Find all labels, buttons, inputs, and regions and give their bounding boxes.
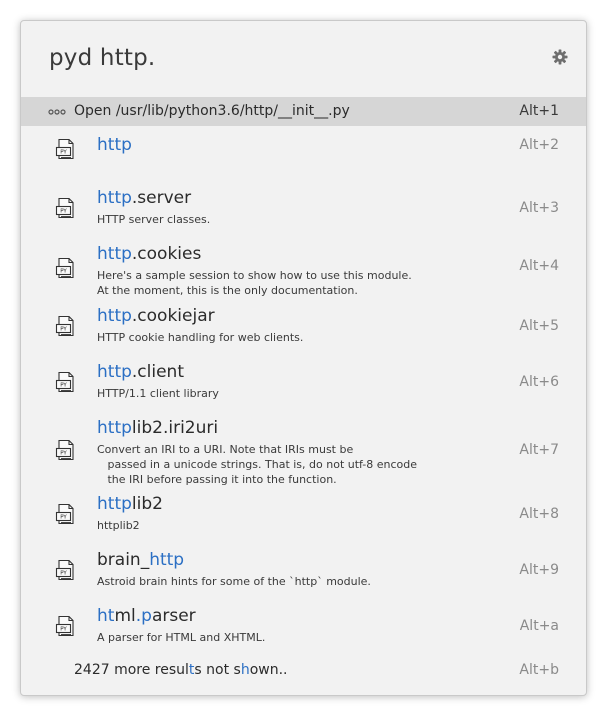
- python-file-icon: PY: [55, 503, 74, 525]
- launcher-window: pyd http. Open /usr/lib/python3.6/http/_…: [20, 20, 587, 696]
- svg-text:PY: PY: [60, 627, 67, 633]
- result-description: Astroid brain hints for some of the `htt…: [97, 575, 371, 588]
- svg-text:PY: PY: [60, 515, 67, 521]
- more-text: own..: [249, 662, 288, 678]
- python-file-icon: PY: [55, 257, 74, 279]
- result-row[interactable]: PY httplib2 httplib2 Alt+8: [21, 494, 586, 550]
- svg-text:PY: PY: [60, 451, 67, 457]
- result-description: Convert an IRI to a URI. Note that IRIs …: [97, 443, 418, 486]
- result-title: html.parser: [97, 606, 196, 626]
- python-file-icon: PY: [55, 439, 74, 461]
- result-description: HTTP cookie handling for web clients.: [97, 331, 304, 344]
- match-highlight: h: [240, 662, 250, 678]
- result-title: httplib2: [97, 494, 163, 514]
- python-file-icon: PY: [55, 615, 74, 637]
- match-highlight: http: [97, 362, 132, 382]
- match-highlight: http: [97, 135, 132, 155]
- title-text: lib2.iri2uri: [131, 418, 219, 438]
- result-description: Here's a sample session to show how to u…: [97, 269, 412, 297]
- title-text: ml: [114, 606, 136, 626]
- more-results-shortcut: Alt+b: [519, 662, 559, 678]
- result-row[interactable]: PY http.client HTTP/1.1 client library Alt+…: [21, 362, 586, 418]
- title-text: arser: [151, 606, 196, 626]
- python-file-icon: PY: [55, 197, 74, 219]
- result-row[interactable]: PY http Alt+2: [21, 135, 586, 183]
- result-description: A parser for HTML and XHTML.: [97, 631, 266, 644]
- svg-text:PY: PY: [60, 383, 67, 389]
- svg-text:PY: PY: [60, 269, 67, 275]
- more-dots-icon: [48, 109, 66, 115]
- result-row[interactable]: PY httplib2.iri2uri Convert an IRI to a UR…: [21, 418, 586, 494]
- search-query[interactable]: pyd http.: [49, 45, 155, 71]
- more-results-label[interactable]: 2427 more results not shown..: [74, 662, 288, 678]
- gear-icon[interactable]: [552, 49, 568, 65]
- shortcut-label: Alt+4: [519, 258, 559, 274]
- shortcut-label: Alt+3: [519, 200, 559, 216]
- shortcut-label: Alt+2: [519, 137, 559, 153]
- match-highlight: ht: [97, 606, 115, 626]
- match-highlight: http: [149, 550, 185, 570]
- svg-text:PY: PY: [60, 571, 67, 577]
- title-text: .client: [131, 362, 185, 382]
- result-row[interactable]: PY brain_http Astroid brain hints for some…: [21, 550, 586, 606]
- match-highlight: http: [97, 306, 132, 326]
- title-text: .cookies: [131, 244, 202, 264]
- result-title: httplib2.iri2uri: [97, 418, 218, 438]
- match-highlight: http: [97, 188, 132, 208]
- python-file-icon: PY: [55, 559, 74, 581]
- result-row[interactable]: PY http.cookies Here's a sample session to…: [21, 244, 586, 306]
- svg-text:PY: PY: [60, 150, 67, 156]
- open-file-row[interactable]: Open /usr/lib/python3.6/http/__init__.py…: [21, 97, 586, 126]
- svg-text:PY: PY: [60, 209, 67, 215]
- shortcut-label: Alt+a: [519, 618, 559, 634]
- result-row[interactable]: PY http.server HTTP server classes. Alt+3: [21, 188, 586, 244]
- title-text: .server: [131, 188, 192, 208]
- svg-text:PY: PY: [60, 327, 67, 333]
- match-highlight: http: [97, 244, 132, 264]
- result-description: httplib2: [97, 519, 140, 532]
- more-text: 2427 more resul: [74, 662, 189, 678]
- shortcut-label: Alt+5: [519, 318, 559, 334]
- result-title: http.server: [97, 188, 191, 208]
- result-row[interactable]: PY http.cookiejar HTTP cookie handling for…: [21, 306, 586, 362]
- result-description: HTTP server classes.: [97, 213, 211, 226]
- result-description: HTTP/1.1 client library: [97, 387, 219, 400]
- more-text: s not s: [194, 662, 241, 678]
- match-highlight: http: [97, 494, 132, 514]
- shortcut-label: Alt+8: [519, 506, 559, 522]
- result-title: http.cookies: [97, 244, 201, 264]
- python-file-icon: PY: [55, 315, 74, 337]
- shortcut-label: Alt+6: [519, 374, 559, 390]
- shortcut-label: Alt+1: [519, 103, 559, 119]
- title-text: lib2: [131, 494, 163, 514]
- open-file-label: Open /usr/lib/python3.6/http/__init__.py: [74, 103, 350, 119]
- result-title: brain_http: [97, 550, 184, 570]
- result-title: http: [97, 135, 132, 155]
- result-row[interactable]: PY html.parser A parser for HTML and XHTML…: [21, 606, 586, 662]
- result-title: http.cookiejar: [97, 306, 215, 326]
- match-highlight: .p: [135, 606, 152, 626]
- title-text: brain_: [97, 550, 150, 570]
- title-text: .cookiejar: [131, 306, 215, 326]
- shortcut-label: Alt+7: [519, 442, 559, 458]
- python-file-icon: PY: [55, 138, 74, 160]
- match-highlight: http: [97, 418, 132, 438]
- result-title: http.client: [97, 362, 184, 382]
- python-file-icon: PY: [55, 371, 74, 393]
- shortcut-label: Alt+9: [519, 562, 559, 578]
